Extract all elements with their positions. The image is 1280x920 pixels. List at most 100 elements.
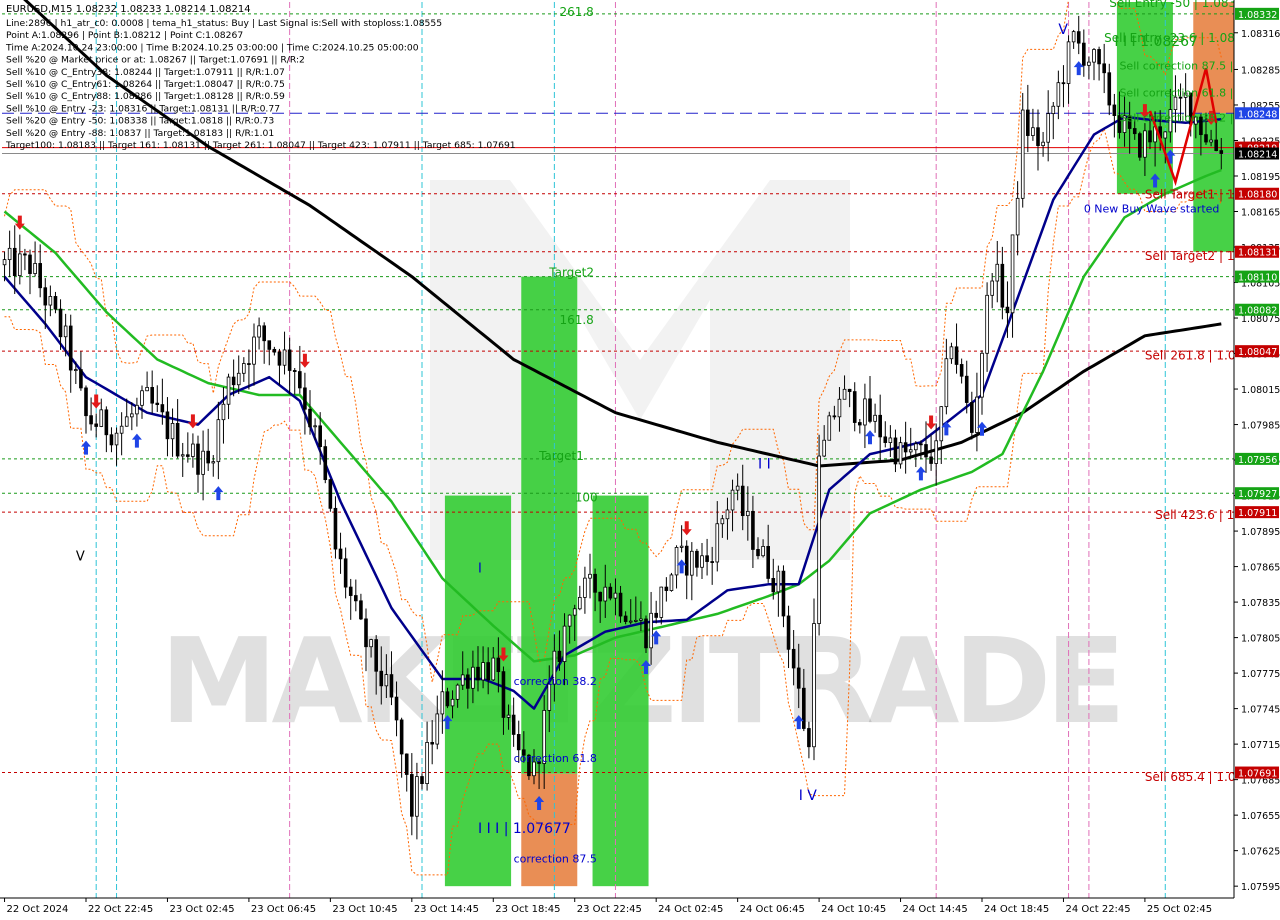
- candle-body-21: [109, 434, 114, 446]
- candle-body-192: [980, 352, 984, 398]
- time-tick-label-2: 23 Oct 02:45: [169, 904, 234, 915]
- annotation-label-9: correction 87.5: [514, 852, 597, 865]
- candle-body-127: [649, 612, 653, 649]
- price-label-text-11: 1.07911: [1238, 508, 1277, 519]
- candle-body-120: [613, 592, 618, 599]
- candle-body-9: [48, 296, 53, 306]
- candle-body-162: [827, 415, 832, 441]
- candle-body-236: [1204, 134, 1208, 143]
- candle-body-149: [761, 545, 765, 557]
- candle-body-4: [23, 253, 27, 256]
- time-tick-label-14: 25 Oct 02:45: [1147, 904, 1212, 915]
- candle-body-26: [135, 404, 139, 415]
- candle-body-155: [791, 648, 796, 669]
- candle-body-173: [883, 436, 888, 443]
- candle-body-151: [771, 578, 776, 593]
- candle-body-123: [628, 620, 633, 623]
- candle-body-197: [1005, 306, 1010, 314]
- candle-body-154: [786, 615, 791, 650]
- price-tick-label-22: 1.07655: [1241, 811, 1280, 822]
- candle-body-76: [389, 674, 394, 698]
- candle-body-216: [1102, 63, 1106, 74]
- candle-body-199: [1015, 197, 1020, 236]
- time-tick-label-4: 23 Oct 10:45: [332, 904, 397, 915]
- candle-body-73: [374, 639, 378, 672]
- annotation-label-2: 161.8: [559, 313, 593, 327]
- candle-body-64: [328, 479, 333, 509]
- candle-body-41: [211, 461, 216, 464]
- candle-body-189: [964, 375, 969, 403]
- candle-body-157: [802, 687, 806, 729]
- time-tick-label-8: 24 Oct 02:45: [658, 904, 723, 915]
- candle-body-177: [903, 442, 908, 453]
- candle-body-110: [562, 625, 567, 662]
- candle-body-145: [740, 485, 745, 517]
- candle-body-125: [639, 618, 643, 621]
- info-line-9: Sell %20 @ Entry -88: 1.0837 || Target:1…: [6, 128, 274, 139]
- candle-body-190: [970, 402, 974, 433]
- candle-body-67: [343, 558, 348, 588]
- candle-body-202: [1031, 127, 1035, 136]
- candle-body-122: [623, 615, 628, 622]
- candle-body-84: [430, 742, 434, 745]
- candle-body-91: [466, 674, 470, 689]
- candle-body-203: [1036, 127, 1040, 147]
- candle-body-167: [852, 391, 857, 423]
- info-line-6: Sell %10 @ C_Entry88: 1.08286 || Target:…: [6, 91, 285, 102]
- candle-body-160: [817, 455, 821, 624]
- candle-body-213: [1087, 61, 1091, 66]
- candle-body-13: [68, 325, 73, 371]
- candle-body-111: [567, 614, 572, 627]
- candle-body-223: [1138, 133, 1142, 158]
- candle-body-168: [858, 422, 862, 426]
- candle-body-14: [74, 369, 78, 371]
- candle-body-179: [914, 443, 918, 451]
- price-label-text-6: 1.08110: [1238, 273, 1277, 284]
- candle-body-119: [608, 586, 613, 599]
- candle-body-7: [38, 263, 42, 289]
- price-label-text-4: 1.08180: [1238, 190, 1277, 201]
- candle-body-186: [949, 346, 954, 360]
- price-tick-label-24: 1.07595: [1241, 882, 1280, 893]
- price-chart[interactable]: MAKETZITRADE 261.8Target2161.8Target1100…: [0, 0, 1280, 920]
- candle-body-90: [460, 674, 465, 686]
- price-tick-label-11: 1.07985: [1241, 421, 1280, 432]
- annotation-label-8: I I I | 1.07677: [478, 821, 571, 837]
- candle-body-146: [746, 510, 750, 517]
- price-label-text-3: 1.08214: [1238, 150, 1277, 161]
- price-tick-label-5: 1.08165: [1241, 208, 1280, 219]
- time-tick-label-0: 22 Oct 2024: [7, 904, 69, 915]
- price-tick-label-14: 1.07895: [1241, 527, 1280, 538]
- candle-body-225: [1148, 130, 1152, 143]
- candle-body-171: [873, 414, 877, 422]
- candle-body-30: [155, 402, 160, 405]
- candle-body-115: [588, 573, 592, 579]
- candle-body-109: [557, 650, 562, 662]
- candle-body-124: [634, 619, 638, 622]
- candle-body-46: [236, 372, 241, 386]
- candle-body-95: [486, 662, 490, 681]
- candle-body-218: [1112, 104, 1117, 116]
- candle-body-83: [425, 742, 429, 784]
- time-tick-label-9: 24 Oct 06:45: [740, 904, 805, 915]
- info-line-8: Sell %20 @ Entry -50: 1.08338 || Target:…: [6, 116, 274, 127]
- candle-body-112: [572, 608, 577, 616]
- candle-body-134: [684, 545, 689, 576]
- candle-body-59: [303, 387, 307, 410]
- candle-body-209: [1066, 41, 1071, 84]
- candle-body-12: [63, 325, 68, 338]
- candle-body-28: [145, 387, 149, 392]
- candle-body-39: [201, 450, 205, 475]
- info-line-10: Target100: 1.08183 || Target 161: 1.0813…: [5, 140, 516, 151]
- candle-body-148: [756, 549, 760, 557]
- candle-body-175: [893, 437, 898, 465]
- candle-body-92: [471, 666, 475, 689]
- candle-body-183: [934, 440, 938, 464]
- candle-body-55: [282, 349, 287, 366]
- candle-body-70: [359, 600, 363, 620]
- candle-body-107: [547, 683, 552, 711]
- candle-body-89: [455, 684, 460, 700]
- candle-body-86: [440, 691, 445, 715]
- info-line-4: Sell %10 @ C_Entry38: 1.08244 || Target:…: [6, 67, 285, 78]
- candle-body-37: [191, 443, 195, 457]
